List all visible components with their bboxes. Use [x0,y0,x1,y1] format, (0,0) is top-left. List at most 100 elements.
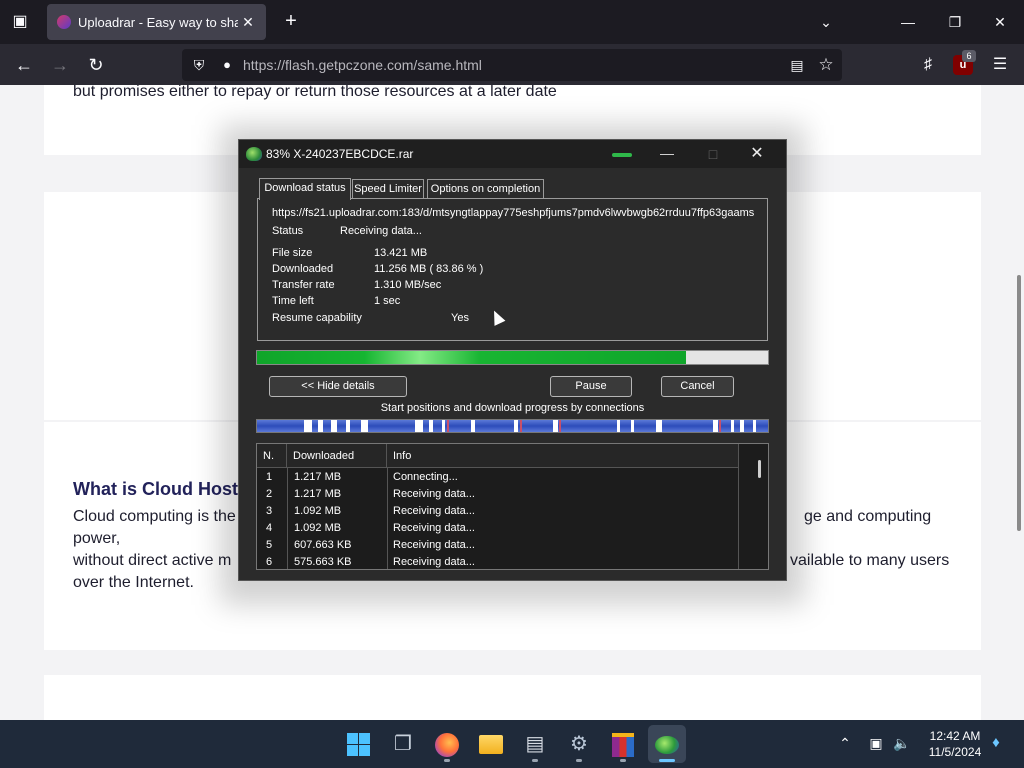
notification-bell-icon[interactable]: ♦ [987,734,1005,752]
cell-n: 6 [266,556,273,568]
downloaded-label: Downloaded [272,263,334,275]
winrar-button[interactable] [604,725,642,763]
connection-segment [731,420,734,432]
close-icon[interactable]: ✕ [745,144,769,164]
resume-capability-value: Yes [451,312,469,324]
firefox-button[interactable] [428,725,466,763]
cell-info: Receiving data... [393,556,475,568]
status-label: Status [272,225,304,237]
connection-segment [331,420,337,432]
cancel-button[interactable]: Cancel [661,376,734,397]
file-size-value: 13.421 MB [374,247,428,259]
connection-segment [617,420,620,432]
column-header-n[interactable]: N. [257,444,287,468]
transfer-rate-value: 1.310 MB/sec [374,279,442,291]
clock-time[interactable]: 12:42 AM [920,729,990,743]
connection-segment [713,420,718,432]
paragraph-text: but promises either to repay or return t… [73,85,557,100]
connection-segment [719,420,721,432]
running-indicator [532,759,538,762]
cell-info: Receiving data... [393,505,475,517]
connection-segment [553,420,558,432]
file-explorer-button[interactable] [472,725,510,763]
connection-segment [631,420,634,432]
pause-button[interactable]: Pause [550,376,632,397]
browser-tab[interactable]: Uploadrar - Easy way to share y ✕ [47,4,266,40]
chevron-up-icon[interactable]: ⌃ [836,733,854,753]
cell-n: 5 [266,539,273,551]
settings-button[interactable]: ⚙ [560,725,598,763]
star-icon[interactable]: ☆ [816,55,836,75]
table-row[interactable]: 3 1.092 MB Receiving data... [257,503,738,520]
windows-start-icon[interactable] [347,733,370,756]
connection-segment [447,420,449,432]
paragraph-text: without direct active m [73,552,232,569]
firefox-icon [428,725,466,763]
ublock-badge: 6 [962,50,976,62]
tab-list-icon[interactable]: ▣ [8,10,32,34]
table-row[interactable]: 1 1.217 MB Connecting... [257,469,738,486]
cell-downloaded: 1.217 MB [294,471,342,483]
tab-title: Uploadrar - Easy way to share y [78,15,238,30]
volume-muted-icon[interactable]: 🔈 [892,733,912,753]
table-row[interactable]: 4 1.092 MB Receiving data... [257,520,738,537]
paragraph-text: Cloud computing is the [73,508,236,525]
forward-arrow-icon[interactable]: → [47,52,73,78]
hide-details-button[interactable]: << Hide details [269,376,407,397]
section-heading: What is Cloud Host [73,479,238,499]
restore-icon[interactable]: ❐ [943,10,967,34]
cell-downloaded: 1.092 MB [294,505,342,517]
tab-download-status[interactable]: Download status [259,178,351,200]
connections-progress-bar [256,419,769,433]
paragraph-text: power, [73,530,121,547]
connection-segment [471,420,475,432]
column-header-downloaded[interactable]: Downloaded [287,444,387,468]
paragraph-text: ge and computing [804,508,932,525]
dialog-title: 83% X-240237EBCDCE.rar [266,147,414,161]
new-tab-icon[interactable]: + [279,10,303,34]
app-button[interactable]: ▤ [516,725,554,763]
download-dialog: 83% X-240237EBCDCE.rar — □ ✕ Download st… [238,139,787,581]
tab-options-on-completion[interactable]: Options on completion [427,179,544,199]
cell-n: 1 [266,471,273,483]
table-row[interactable]: 6 575.663 KB Receiving data... [257,554,738,569]
cell-downloaded: 1.092 MB [294,522,342,534]
table-row[interactable]: 5 607.663 KB Receiving data... [257,537,738,554]
connection-segment [415,420,423,432]
column-header-info[interactable]: Info [387,444,738,468]
back-arrow-icon[interactable]: ← [11,52,37,78]
close-window-icon[interactable]: ✕ [988,10,1012,34]
active-indicator [659,759,675,762]
hamburger-menu-icon[interactable]: ☰ [987,52,1013,78]
url-text[interactable]: https://flash.getpczone.com/same.html [243,57,482,73]
progress-fill [257,351,686,364]
downloaded-value: 11.256 MB ( 83.86 % ) [374,263,484,275]
table-row[interactable]: 2 1.217 MB Receiving data... [257,486,738,503]
reload-icon[interactable]: ↻ [83,52,109,78]
puzzle-icon[interactable]: ♯ [915,52,941,78]
cell-downloaded: 607.663 KB [294,539,352,551]
page-scrollbar[interactable] [1017,275,1021,531]
minimize-icon[interactable]: — [655,144,679,164]
url-bar[interactable]: ⛨ ● https://flash.getpczone.com/same.htm… [182,49,842,81]
tracking-protection-icon[interactable]: ⛨ [190,56,208,74]
network-icon[interactable]: ▣ [866,733,886,753]
task-view-button[interactable]: ❐ [384,725,422,763]
tab-speed-limiter[interactable]: Speed Limiter [352,179,424,199]
dialog-titlebar[interactable]: 83% X-240237EBCDCE.rar — □ ✕ [239,140,786,168]
clock-date[interactable]: 11/5/2024 [920,745,990,759]
close-tab-icon[interactable]: ✕ [238,12,258,32]
chevron-down-icon[interactable]: ⌄ [814,10,838,34]
minimize-icon[interactable]: — [896,10,920,34]
idm-button[interactable] [648,725,686,763]
reader-view-icon[interactable]: ▤ [788,56,806,74]
status-value: Receiving data... [340,225,422,237]
scrollbar-thumb[interactable] [758,460,761,478]
connection-segment [740,420,744,432]
settings-icon: ⚙ [570,733,588,755]
app-icon: ▤ [525,733,545,755]
browser-nav-bar: ← → ↻ ⛨ ● https://flash.getpczone.com/sa… [0,44,1024,85]
table-scrollbar[interactable] [738,444,768,569]
cell-info: Receiving data... [393,539,475,551]
lock-icon[interactable]: ● [218,56,236,74]
